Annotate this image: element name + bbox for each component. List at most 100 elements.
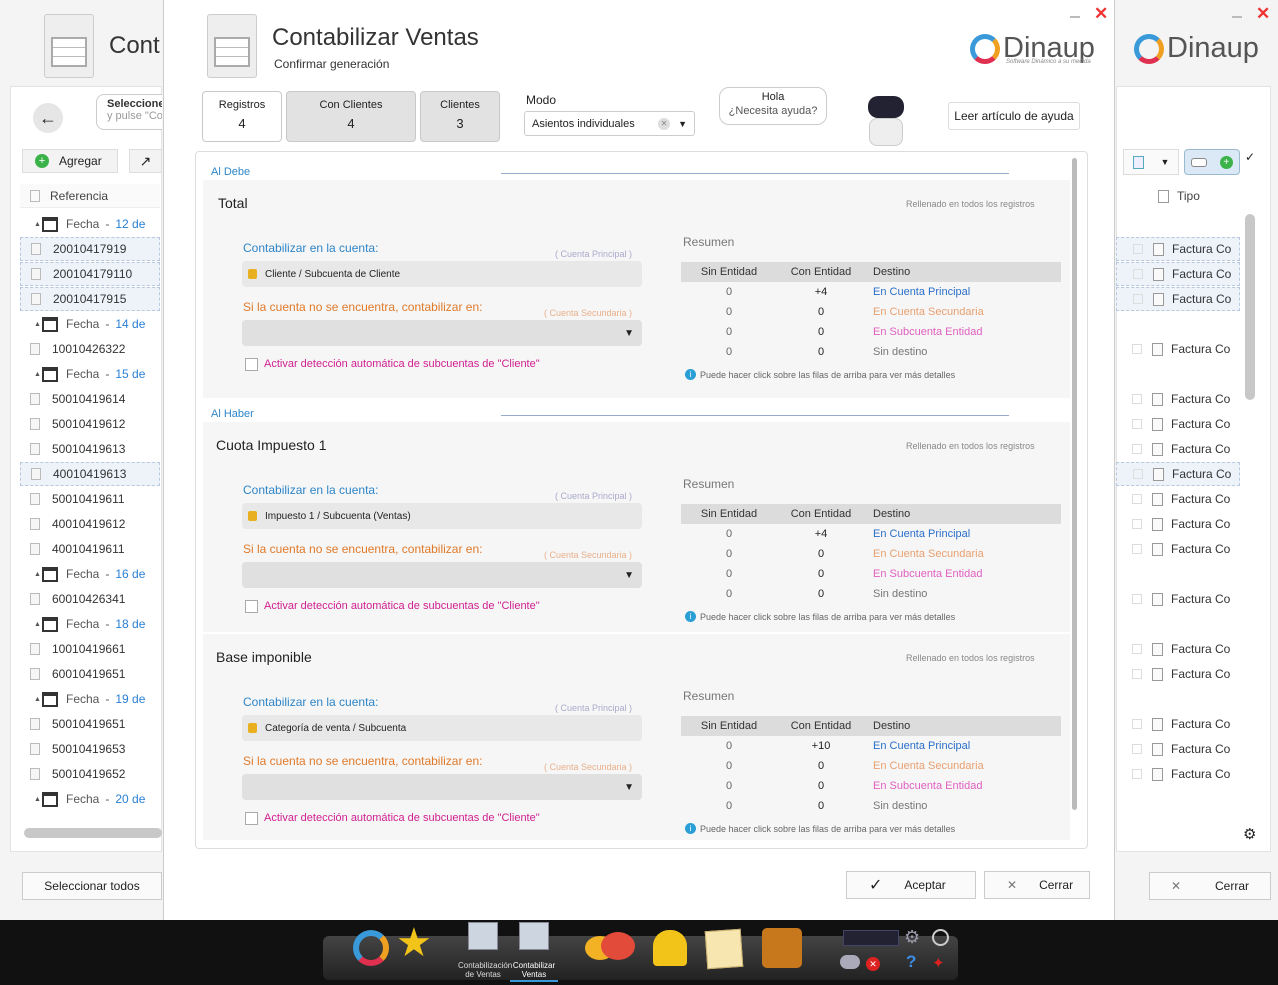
expand-icon[interactable]: ▲ <box>34 221 41 228</box>
table-row-right[interactable]: Factura Co <box>1116 762 1240 786</box>
stat-registros[interactable]: Registros 4 <box>202 91 282 142</box>
cloud-icon[interactable] <box>840 955 860 969</box>
fallback-select[interactable]: ▼ <box>242 320 642 346</box>
table-row-right[interactable]: Factura Co <box>1116 387 1240 411</box>
table-row[interactable]: 50010419653 <box>20 737 160 761</box>
gear-icon[interactable]: ⚙ <box>904 927 920 948</box>
expand-icon[interactable]: ▲ <box>34 696 41 703</box>
summary-row[interactable]: 0 0 Sin destino <box>681 796 1061 816</box>
table-row-right[interactable]: Factura Co <box>1116 412 1240 436</box>
add-button[interactable]: + Agregar <box>22 149 118 173</box>
settings-gear-icon[interactable]: ⚙ <box>1243 825 1256 843</box>
pin-icon[interactable]: ✦ <box>932 954 945 972</box>
date-group-row[interactable]: ▲ Fecha -16 de <box>20 562 160 586</box>
minimize-icon[interactable] <box>1070 16 1080 18</box>
summary-row[interactable]: 0 +4 En Cuenta Principal <box>681 524 1061 544</box>
clear-icon[interactable]: ✕ <box>658 117 671 130</box>
summary-row[interactable]: 0 +10 En Cuenta Principal <box>681 736 1061 756</box>
summary-row[interactable]: 0 0 En Cuenta Secundaria <box>681 544 1061 564</box>
auto-detect-checkbox[interactable] <box>245 600 258 613</box>
auto-detect-label[interactable]: Activar detección automática de subcuent… <box>264 600 540 612</box>
table-row[interactable]: 20010417919 <box>20 237 160 261</box>
bg-close-icon[interactable]: ✕ <box>1256 4 1270 24</box>
stat-clientes[interactable]: Clientes 3 <box>420 91 500 142</box>
v-scrollbar[interactable] <box>1245 214 1255 400</box>
col-referencia[interactable]: Referencia <box>20 184 160 208</box>
table-row-right[interactable]: Factura Co <box>1116 537 1240 561</box>
expand-icon[interactable]: ▲ <box>34 571 41 578</box>
notes-icon[interactable] <box>704 928 744 970</box>
h-scrollbar[interactable] <box>24 828 162 838</box>
help-article-button[interactable]: Leer artículo de ayuda <box>948 102 1080 130</box>
chat-icon[interactable] <box>585 932 637 964</box>
auto-detect-label[interactable]: Activar detección automática de subcuent… <box>264 358 540 370</box>
table-row[interactable]: 200104179110 <box>20 262 160 286</box>
table-row-right[interactable]: Factura Co <box>1116 487 1240 511</box>
summary-row[interactable]: 0 +4 En Cuenta Principal <box>681 282 1061 302</box>
status-icon[interactable] <box>843 930 899 946</box>
bg-search-input[interactable]: Seleccione y pulse "Co <box>96 94 162 130</box>
auto-detect-label[interactable]: Activar detección automática de subcuent… <box>264 812 540 824</box>
table-row[interactable]: 10010426322 <box>20 337 160 361</box>
auto-detect-checkbox[interactable] <box>245 812 258 825</box>
table-row[interactable]: 50010419614 <box>20 387 160 411</box>
table-row[interactable]: 20010417915 <box>20 287 160 311</box>
close-button[interactable]: ✕ Cerrar <box>984 871 1090 899</box>
date-group-row[interactable]: ▲ Fecha -15 de <box>20 362 160 386</box>
date-group-row[interactable]: ▲ Fecha -20 de <box>20 787 160 811</box>
help-icon[interactable]: ? <box>906 952 916 972</box>
wallet-icon[interactable] <box>762 928 802 968</box>
select-all-button[interactable]: Seleccionar todos <box>22 872 162 900</box>
table-row[interactable]: 50010419611 <box>20 487 160 511</box>
table-row-right[interactable]: Factura Co <box>1116 662 1240 686</box>
table-row-right[interactable]: Factura Co <box>1116 737 1240 761</box>
bg-minimize-icon[interactable] <box>1232 16 1242 18</box>
table-row-right[interactable]: Factura Co <box>1116 287 1240 311</box>
date-group-row[interactable]: ▲ Fecha -12 de <box>20 212 160 236</box>
table-row[interactable]: 10010419661 <box>20 637 160 661</box>
external-link-icon[interactable]: ↗ <box>129 149 162 173</box>
summary-row[interactable]: 0 0 Sin destino <box>681 342 1061 362</box>
accept-button[interactable]: ✓ Aceptar <box>846 871 976 899</box>
expand-icon[interactable]: ▲ <box>34 321 41 328</box>
date-group-row[interactable]: ▲ Fecha -18 de <box>20 612 160 636</box>
task-contabilizar-ventas[interactable]: Contabilizar Ventas <box>510 922 558 982</box>
help-bubble[interactable]: Hola ¿Necesita ayuda? <box>719 87 827 125</box>
summary-row[interactable]: 0 0 Sin destino <box>681 584 1061 604</box>
fallback-select[interactable]: ▼ <box>242 562 642 588</box>
expand-icon[interactable]: ▲ <box>34 621 41 628</box>
summary-row[interactable]: 0 0 En Cuenta Secundaria <box>681 302 1061 322</box>
date-group-row[interactable]: ▲ Fecha -14 de <box>20 312 160 336</box>
summary-row[interactable]: 0 0 En Subcuenta Entidad <box>681 564 1061 584</box>
bg-close-button[interactable]: ✕ Cerrar <box>1149 872 1271 900</box>
stat-con-clientes[interactable]: Con Clientes 4 <box>286 91 416 142</box>
fallback-select[interactable]: ▼ <box>242 774 642 800</box>
close-icon[interactable]: ✕ <box>1094 4 1108 24</box>
mode-select[interactable]: Asientos individuales ✕ ▼ <box>524 111 695 136</box>
v-scrollbar-content[interactable] <box>1072 158 1077 810</box>
table-row[interactable]: 50010419612 <box>20 412 160 436</box>
table-row[interactable]: 60010419651 <box>20 662 160 686</box>
table-row-right[interactable]: Factura Co <box>1116 237 1240 261</box>
table-row-right[interactable]: Factura Co <box>1116 512 1240 536</box>
table-row[interactable]: 40010419611 <box>20 537 160 561</box>
task-contabilizacion[interactable]: Contabilización de Ventas <box>458 922 512 982</box>
table-row-right[interactable]: Factura Co <box>1116 637 1240 661</box>
error-icon[interactable]: ✕ <box>866 957 880 971</box>
back-button[interactable]: ← <box>33 103 63 133</box>
bell-icon[interactable] <box>653 930 687 966</box>
table-row[interactable]: 50010419613 <box>20 437 160 461</box>
table-row[interactable]: 40010419613 <box>20 462 160 486</box>
expand-icon[interactable]: ▲ <box>34 796 41 803</box>
account-field[interactable]: Impuesto 1 / Subcuenta (Ventas) <box>242 503 642 529</box>
table-row-right[interactable]: Factura Co <box>1116 462 1240 486</box>
summary-row[interactable]: 0 0 En Subcuenta Entidad <box>681 322 1061 342</box>
account-field[interactable]: Categoría de venta / Subcuenta <box>242 715 642 741</box>
summary-row[interactable]: 0 0 En Subcuenta Entidad <box>681 776 1061 796</box>
dinaup-icon[interactable] <box>353 930 389 966</box>
doc-dropdown[interactable]: ▼ <box>1123 149 1179 175</box>
clock-icon[interactable] <box>932 929 949 946</box>
table-row-right[interactable]: Factura Co <box>1116 337 1240 361</box>
table-row[interactable]: 50010419651 <box>20 712 160 736</box>
table-row-right[interactable]: Factura Co <box>1116 437 1240 461</box>
